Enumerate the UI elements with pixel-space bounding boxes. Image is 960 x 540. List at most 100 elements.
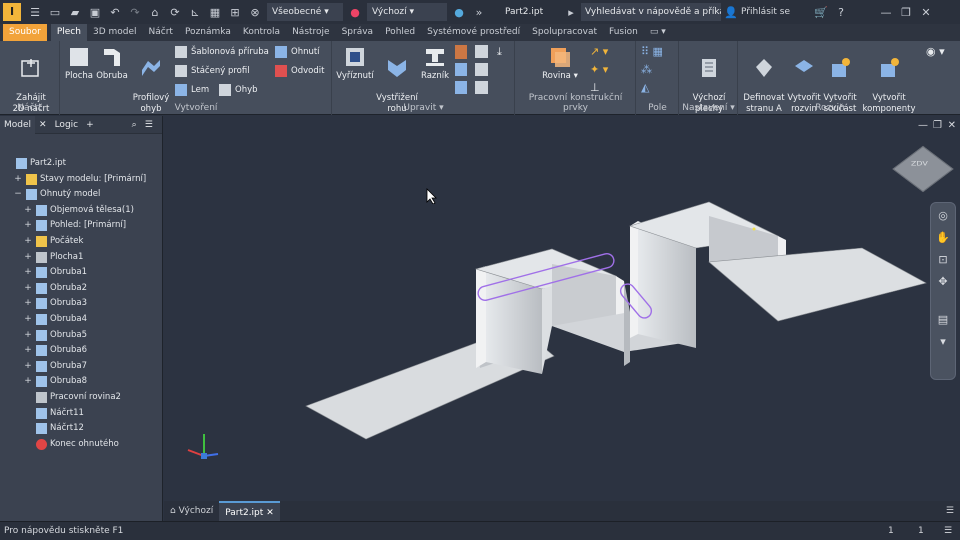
ribbon-options-icon[interactable]: ◉ ▾	[926, 45, 945, 58]
rip-icon[interactable]	[455, 81, 467, 94]
browser-menu-icon[interactable]: ☰	[141, 116, 157, 134]
unfold-icon[interactable]	[455, 63, 467, 76]
tree-node[interactable]: + Obruba5	[24, 328, 87, 343]
help-icon[interactable]: ?	[834, 6, 848, 19]
object-visibility-icon[interactable]: ⊞	[228, 6, 242, 19]
expand-icon[interactable]: +	[24, 203, 32, 218]
expand-icon[interactable]: +	[24, 343, 32, 358]
tree-node[interactable]: + Pohled: [Primární]	[24, 218, 126, 233]
tab-environments[interactable]: Systémové prostředí	[421, 24, 526, 41]
inventor-logo[interactable]: I	[3, 3, 21, 21]
face-button[interactable]: Plocha	[63, 45, 95, 82]
tree-node[interactable]: + Obruba7	[24, 359, 87, 374]
tab-file[interactable]: Soubor	[3, 24, 47, 41]
plane-button[interactable]: Rovina ▾	[538, 45, 582, 82]
more-icon[interactable]: »	[472, 6, 486, 19]
tab-fusion[interactable]: Fusion	[603, 24, 644, 41]
tab-model[interactable]: Model	[0, 115, 36, 134]
sheet-metal-model[interactable]	[164, 116, 960, 501]
tree-node[interactable]: + Obruba4	[24, 312, 87, 327]
steering-wheel-icon[interactable]: ◎	[935, 209, 951, 225]
navbar-customize-icon[interactable]: ▾	[935, 335, 951, 351]
close-icon[interactable]: ✕	[919, 6, 933, 19]
bend-button[interactable]: Ohyb	[219, 82, 258, 98]
new-file-icon[interactable]: ▭	[48, 6, 62, 19]
search-icon[interactable]: ⌕	[128, 116, 141, 134]
close-tab-icon[interactable]: ✕	[266, 508, 274, 518]
redo-icon[interactable]: ↷	[128, 6, 142, 19]
style-dropdown[interactable]: Všeobecné ▾	[267, 3, 343, 21]
cut-button[interactable]: Vyříznutí	[335, 45, 375, 82]
tree-node[interactable]: − Ohnutý model	[14, 187, 100, 202]
cosmetic-centerline-icon[interactable]	[475, 81, 488, 94]
pan-icon[interactable]: ✋	[935, 231, 951, 247]
close-model-tab-icon[interactable]: ✕	[35, 116, 51, 134]
tab-logic[interactable]: Logic	[51, 116, 83, 134]
tab-3d-model[interactable]: 3D model	[87, 24, 143, 41]
signin-link[interactable]: Přihlásit se	[741, 7, 811, 17]
restore-icon[interactable]: ❐	[899, 6, 913, 19]
rectangular-pattern-icon[interactable]: ⠿ ▦	[641, 45, 663, 58]
part-tab[interactable]: Part2.ipt ✕	[219, 501, 280, 521]
expand-icon[interactable]: +	[24, 328, 32, 343]
flange-button[interactable]: Obruba	[95, 45, 129, 82]
add-tab-icon[interactable]: +	[82, 116, 98, 134]
tree-node[interactable]: Konec ohnutého	[24, 437, 119, 452]
select-icon[interactable]: ▦	[208, 6, 222, 19]
corner-chamfer-icon[interactable]	[475, 45, 488, 58]
split-icon[interactable]: ⤓	[497, 45, 509, 58]
cancel-icon[interactable]: ⊗	[248, 6, 262, 19]
mirror-icon[interactable]: ◭	[641, 81, 649, 94]
expand-icon[interactable]: +	[24, 359, 32, 374]
expand-icon[interactable]: +	[24, 374, 32, 389]
appearance-dropdown[interactable]: Výchozí ▾	[367, 3, 447, 21]
tree-node[interactable]: + Obruba8	[24, 374, 87, 389]
user-icon[interactable]: 👤	[724, 6, 738, 19]
orbit-icon[interactable]: ✥	[935, 275, 951, 291]
corner-round-icon[interactable]	[455, 45, 467, 59]
tab-sheet-metal[interactable]: Plech	[50, 24, 87, 41]
help-search-input[interactable]: Vyhledávat v nápovědě a příkaze	[581, 3, 721, 21]
minimize-icon[interactable]: —	[879, 6, 893, 19]
tree-node[interactable]: Pracovní rovina2	[24, 390, 121, 405]
tree-node[interactable]: + Počátek	[24, 234, 83, 249]
document-menu-icon[interactable]: ☰	[946, 506, 954, 516]
tree-node[interactable]: + Obruba2	[24, 281, 87, 296]
update-icon[interactable]: ⟳	[168, 6, 182, 19]
tree-node[interactable]: + Stavy modelu: [Primární]	[14, 172, 146, 187]
expand-icon[interactable]: +	[24, 312, 32, 327]
fold-button[interactable]: Ohnutí	[275, 44, 320, 60]
punch-button[interactable]: Razník	[419, 45, 451, 82]
appearance-icon[interactable]: ●	[452, 6, 466, 19]
tree-node[interactable]: + Obruba1	[24, 265, 87, 280]
tree-node[interactable]: + Objemová tělesa(1)	[24, 203, 134, 218]
expand-icon[interactable]: +	[24, 265, 32, 280]
look-at-icon[interactable]: ▤	[935, 313, 951, 329]
refold-icon[interactable]	[475, 63, 488, 76]
tab-collaborate[interactable]: Spolupracovat	[526, 24, 603, 41]
contour-roll-button[interactable]: Šablonová příruba	[175, 44, 269, 60]
status-menu-icon[interactable]: ☰	[944, 522, 952, 540]
home-tab[interactable]: ⌂ Výchozí	[164, 501, 219, 521]
tree-node[interactable]: Part2.ipt	[4, 156, 66, 171]
lofted-flange-button[interactable]: Stáčený profil	[175, 63, 250, 79]
tree-node[interactable]: Náčrt11	[24, 406, 84, 421]
cart-icon[interactable]: 🛒	[814, 6, 828, 19]
color-wheel-icon[interactable]: ●	[348, 6, 362, 19]
tree-node[interactable]: Náčrt12	[24, 421, 84, 436]
save-icon[interactable]: ▣	[88, 6, 102, 19]
expand-icon[interactable]: −	[14, 187, 22, 202]
tab-view[interactable]: Pohled	[379, 24, 421, 41]
tree-node[interactable]: + Obruba3	[24, 296, 87, 311]
hem-button[interactable]: Lem	[175, 82, 209, 98]
ribbon-display-icon[interactable]: ▭ ▾	[644, 24, 672, 41]
tab-manage[interactable]: Správa	[336, 24, 379, 41]
expand-icon[interactable]: +	[14, 172, 22, 187]
expand-icon[interactable]: +	[24, 234, 32, 249]
measure-icon[interactable]: ⊾	[188, 6, 202, 19]
undo-icon[interactable]: ↶	[108, 6, 122, 19]
graphics-viewport[interactable]: — ❐ ✕ ZDV	[164, 116, 960, 501]
expand-icon[interactable]: +	[24, 218, 32, 233]
zoom-icon[interactable]: ⊡	[935, 253, 951, 269]
home-icon[interactable]: ⌂	[148, 6, 162, 19]
